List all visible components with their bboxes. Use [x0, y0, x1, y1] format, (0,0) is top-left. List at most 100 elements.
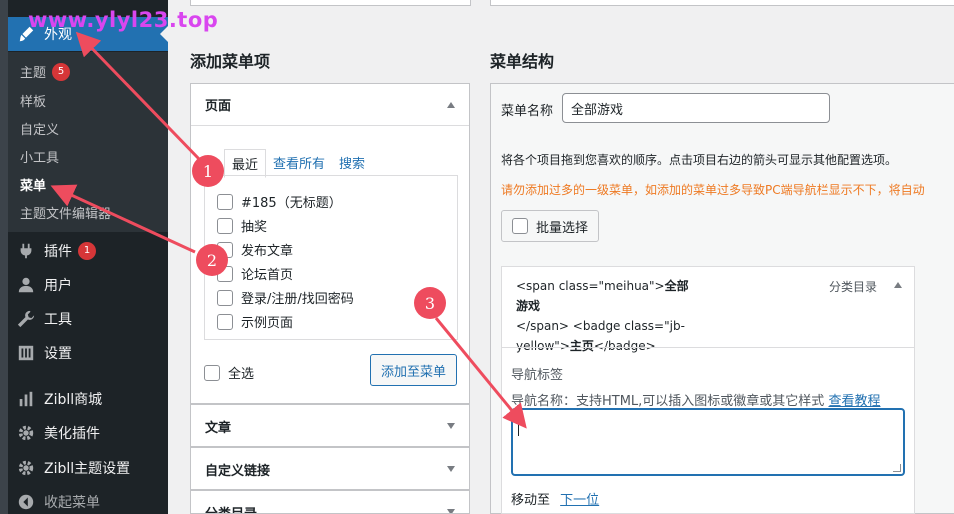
bulk-select-label: 批量选择	[535, 220, 588, 236]
submenu-themes[interactable]: 主题 5	[20, 62, 71, 81]
menu-users[interactable]: 用户	[8, 268, 168, 302]
checkbox[interactable]	[217, 289, 233, 306]
menu-settings[interactable]: 设置	[8, 336, 168, 370]
page-checkbox-item[interactable]: 登录/注册/找回密码	[217, 288, 354, 307]
select-all[interactable]: 全选	[204, 363, 254, 382]
submenu-theme-editor[interactable]: 主题文件编辑器	[20, 203, 111, 222]
page-checkbox-item[interactable]: 示例页面	[217, 312, 293, 331]
annotation-badge-3: 3	[414, 287, 446, 319]
categories-panel[interactable]: 分类目录	[190, 490, 470, 514]
submenu-customize[interactable]: 自定义	[20, 119, 59, 138]
bulk-select-checkbox	[511, 218, 528, 234]
user-icon	[8, 276, 44, 294]
menu-beautify-plugin[interactable]: 美化插件	[8, 416, 168, 450]
expand-arrow-icon[interactable]	[447, 423, 455, 429]
categories-panel-title: 分类目录	[205, 506, 258, 514]
collapse-arrow-icon[interactable]	[447, 101, 455, 108]
page-label: 发布文章	[241, 244, 294, 259]
menu-name-input[interactable]: 全部游戏	[562, 93, 830, 123]
plugin-count-badge: 1	[78, 242, 96, 260]
page-checkbox-item[interactable]: 发布文章	[217, 240, 293, 259]
menu-zibll-shop[interactable]: Zibll商城	[8, 382, 168, 416]
add-to-menu-button[interactable]: 添加至菜单	[370, 354, 457, 386]
custom-links-panel[interactable]: 自定义链接	[190, 447, 470, 490]
sidebar-edge	[0, 0, 8, 514]
menu-settings-label: 设置	[44, 346, 72, 362]
expand-arrow-icon[interactable]	[447, 509, 455, 513]
page-label: 论坛首页	[241, 268, 294, 283]
collapse-icon	[8, 493, 44, 511]
tab-view-all[interactable]: 查看所有	[266, 149, 332, 178]
page-label: 登录/注册/找回密码	[241, 292, 354, 307]
instructions-text: 将各个项目拖到您喜欢的顺序。点击项目右边的箭头可显示其他配置选项。	[501, 153, 898, 167]
wrench-icon	[8, 310, 44, 328]
menu-item-title[interactable]: <span class="meihua">全部游戏 </span> <badge…	[516, 276, 696, 356]
menu-tools-label: 工具	[44, 312, 72, 328]
pages-panel-title: 页面	[205, 99, 232, 114]
resize-handle[interactable]	[893, 464, 901, 472]
menu-name-label: 菜单名称	[501, 104, 554, 119]
add-items-heading: 添加菜单项	[190, 52, 271, 71]
submenu-themes-label: 主题	[20, 66, 47, 81]
menu-plugins[interactable]: 插件 1	[8, 234, 168, 268]
top-panel-edge	[190, 0, 471, 6]
nav-hint-text: 导航名称：支持HTML,可以插入图标或徽章或其它样式	[511, 394, 825, 409]
page-checkbox-item[interactable]: 抽奖	[217, 216, 267, 235]
collapse-menu[interactable]: 收起菜单	[8, 485, 168, 514]
move-to: 移动至 下一位	[511, 489, 599, 508]
annotation-badge-1: 1	[192, 155, 224, 187]
submenu-widgets[interactable]: 小工具	[20, 147, 59, 166]
warning-text: 请勿添加过多的一级菜单，如添加的菜单过多导致PC端导航栏显示不下，将自动	[501, 183, 925, 197]
pages-panel-header[interactable]: 页面	[191, 84, 469, 126]
annotation-badge-2: 2	[196, 244, 228, 276]
bulk-select-button[interactable]: 批量选择	[501, 210, 599, 242]
menu-beautify-plugin-label: 美化插件	[44, 426, 100, 442]
checkbox[interactable]	[217, 193, 233, 210]
checkbox[interactable]	[217, 217, 233, 234]
menu-zibll-shop-label: Zibll商城	[44, 392, 103, 408]
menu-structure-heading: 菜单结构	[490, 52, 555, 71]
item-toggle-arrow-icon[interactable]	[894, 282, 902, 288]
top-panel-edge	[490, 0, 954, 6]
plugin-icon	[8, 242, 44, 260]
menu-users-label: 用户	[44, 278, 72, 294]
settings-sliders-icon	[8, 344, 44, 362]
gear-icon	[8, 459, 44, 477]
move-down-link[interactable]: 下一位	[560, 493, 599, 508]
move-to-label: 移动至	[511, 493, 551, 508]
checkbox[interactable]	[217, 313, 233, 330]
select-all-label: 全选	[228, 367, 255, 382]
tab-recent[interactable]: 最近	[224, 149, 267, 178]
chart-icon	[8, 390, 44, 408]
page-checkbox-item[interactable]: 论坛首页	[217, 264, 293, 283]
submenu-patterns[interactable]: 样板	[20, 91, 46, 110]
update-count-badge: 5	[52, 62, 71, 81]
page-label: 抽奖	[241, 220, 268, 235]
appearance-submenu: 主题 5 样板 自定义 小工具 菜单 主题文件编辑器	[8, 52, 168, 232]
title-part: <span class="meihua">	[516, 279, 665, 293]
menu-item-type: 分类目录	[829, 280, 878, 294]
submenu-menus[interactable]: 菜单	[20, 175, 46, 194]
nav-label-textarea[interactable]	[511, 408, 905, 476]
nav-hint: 导航名称：支持HTML,可以插入图标或徽章或其它样式 查看教程	[511, 390, 880, 409]
title-part: </span> <badge class="jb-	[516, 319, 685, 333]
page-label: 示例页面	[241, 316, 294, 331]
menu-zibll-theme-settings[interactable]: Zibll主题设置	[8, 451, 168, 485]
nav-label-heading: 导航标签	[511, 368, 564, 383]
page-label: #185（无标题）	[241, 196, 342, 211]
text-caret	[518, 422, 519, 436]
page-checkbox-item[interactable]: #185（无标题）	[217, 192, 342, 211]
tab-search[interactable]: 搜索	[332, 149, 372, 178]
watermark: www.ylyl23.top	[28, 8, 219, 32]
menu-tools[interactable]: 工具	[8, 302, 168, 336]
view-tutorial-link[interactable]: 查看教程	[828, 394, 880, 409]
posts-panel-title: 文章	[205, 420, 232, 436]
pages-tabs: 最近 查看所有 搜索	[224, 149, 372, 178]
admin-sidebar: 外观 主题 5 样板 自定义 小工具 菜单 主题文件编辑器 插件 1 用户 工具	[0, 0, 168, 514]
gear-icon	[8, 424, 44, 442]
menu-plugins-label: 插件	[44, 244, 72, 260]
expand-arrow-icon[interactable]	[447, 466, 455, 472]
select-all-checkbox[interactable]	[204, 364, 220, 381]
collapse-menu-label: 收起菜单	[44, 495, 100, 511]
posts-panel[interactable]: 文章	[190, 404, 470, 447]
